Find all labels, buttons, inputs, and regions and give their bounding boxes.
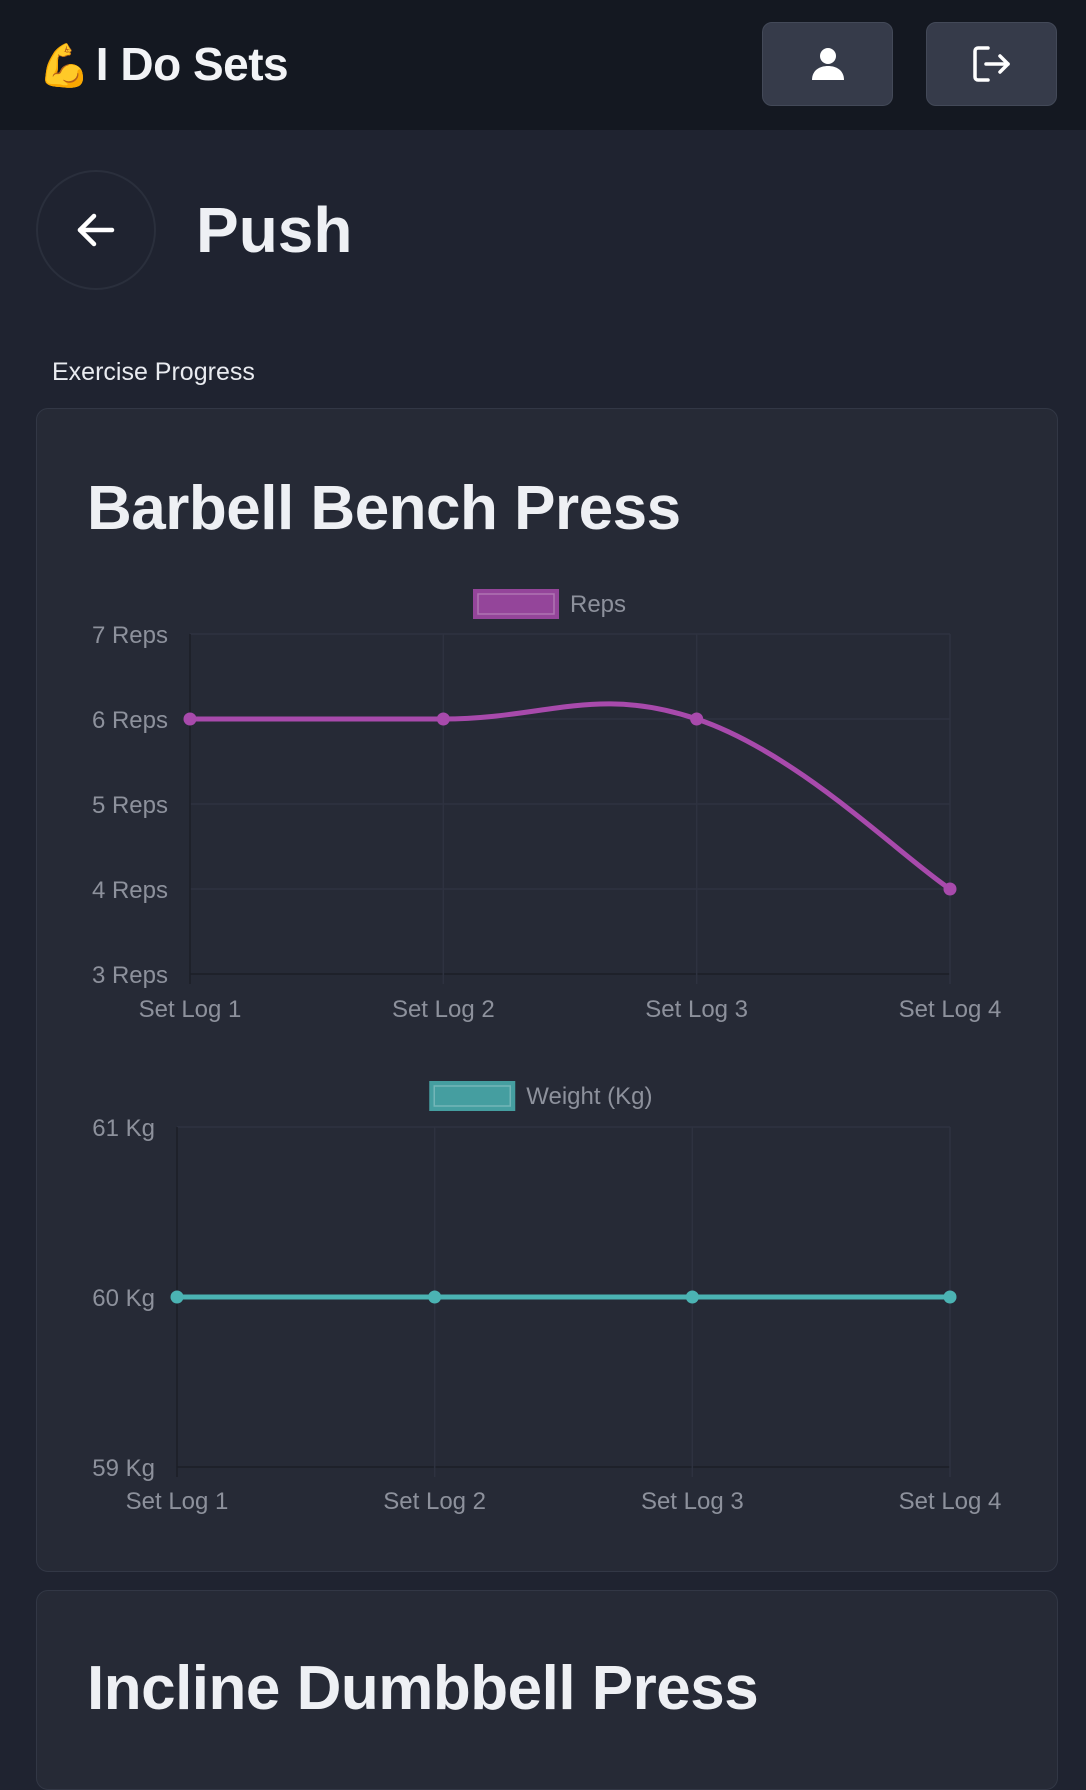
reps-x-tick-label: Set Log 3: [645, 996, 748, 1023]
reps-y-tick-label: 5 Reps: [92, 792, 168, 819]
logout-icon: [972, 46, 1010, 82]
reps-chart: 3 Reps 4 Reps 5 Reps 6 Reps 7 Reps Set Log 1 S…: [92, 589, 1002, 1515]
reps-y-tick-label: 7 Reps: [92, 622, 168, 649]
weight-y-tick-label: 61 Kg: [92, 1115, 155, 1142]
reps-y-tick-label: 4 Reps: [92, 877, 168, 904]
exercise-title: Incline Dumbbell Press: [87, 1654, 759, 1723]
reps-y-tick-label: 6 Reps: [92, 707, 168, 734]
page-title: Push: [196, 194, 353, 266]
weight-x-tick-label: Set Log 4: [899, 1488, 1002, 1515]
exercise-card: Incline Dumbbell Press: [36, 1590, 1058, 1790]
reps-data-point: [436, 712, 450, 726]
weight-data-point: [170, 1290, 184, 1304]
back-button[interactable]: [36, 170, 156, 290]
weight-data-point: [685, 1290, 699, 1304]
reps-data-point: [690, 712, 704, 726]
reps-x-tick-label: Set Log 2: [392, 996, 495, 1023]
arrow-left-icon: [77, 213, 115, 247]
weight-legend-label: Weight (Kg): [526, 1083, 652, 1110]
reps-x-tick-label: Set Log 4: [899, 996, 1002, 1023]
weight-x-tick-label: Set Log 2: [383, 1488, 486, 1515]
reps-x-tick-label: Set Log 1: [139, 996, 242, 1023]
weight-x-tick-label: Set Log 1: [126, 1488, 229, 1515]
logout-button[interactable]: [926, 22, 1057, 106]
reps-data-point: [183, 712, 197, 726]
weight-data-point: [943, 1290, 957, 1304]
reps-legend-label: Reps: [570, 591, 626, 618]
weight-y-tick-label: 60 Kg: [92, 1285, 155, 1312]
brand-name: I Do Sets: [95, 38, 289, 90]
section-label: Exercise Progress: [52, 358, 255, 386]
profile-button[interactable]: [762, 22, 893, 106]
app-header: 💪 I Do Sets: [0, 0, 1086, 130]
weight-data-point: [428, 1290, 442, 1304]
weight-x-tick-label: Set Log 3: [641, 1488, 744, 1515]
reps-data-point: [943, 882, 957, 896]
reps-y-tick-label: 3 Reps: [92, 962, 168, 989]
flexed-biceps-icon: 💪: [38, 42, 90, 89]
user-icon: [811, 48, 844, 80]
brand-logo[interactable]: 💪 I Do Sets: [38, 34, 289, 96]
exercise-card: Barbell Bench Press 3 Reps 4 Reps 5 Reps 6 …: [36, 408, 1058, 1572]
reps-series-line: [190, 701, 952, 892]
weight-y-tick-label: 59 Kg: [92, 1455, 155, 1482]
